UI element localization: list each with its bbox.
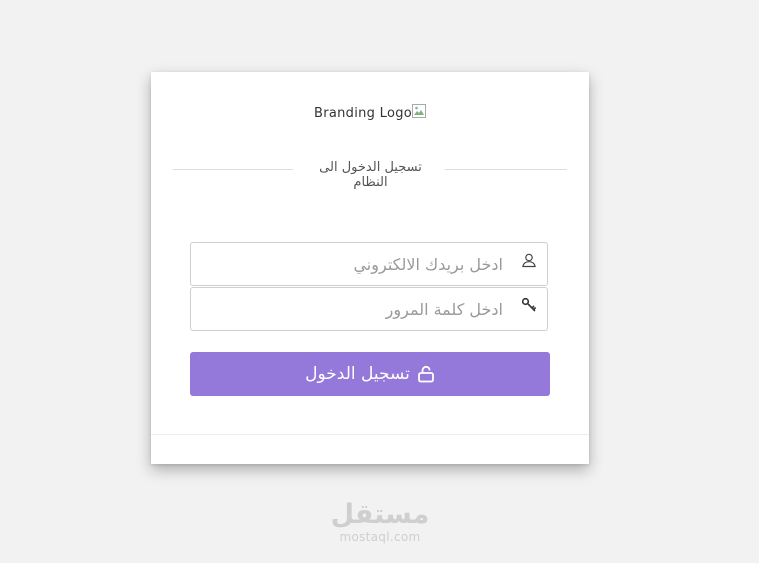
password-field xyxy=(190,287,548,331)
unlock-icon xyxy=(417,365,435,383)
branding-logo-text: Branding Logo xyxy=(313,106,413,121)
password-input[interactable] xyxy=(201,288,507,330)
branding-logo: Branding Logo xyxy=(151,104,589,121)
login-button-label: تسجيل الدخول xyxy=(305,364,410,384)
broken-image-icon xyxy=(412,104,427,118)
watermark-latin: mostaql.com xyxy=(339,530,421,544)
section-divider: تسجيل الدخول الى النظام xyxy=(173,160,567,190)
card-footer-divider xyxy=(151,434,589,435)
login-section-title: تسجيل الدخول الى النظام xyxy=(319,160,422,190)
watermark: مستقل mostaql.com xyxy=(300,499,460,545)
watermark-arabic: مستقل xyxy=(330,499,430,530)
divider-line-left xyxy=(173,169,293,170)
divider-line-right xyxy=(445,169,567,170)
email-field xyxy=(190,242,548,286)
login-button[interactable]: تسجيل الدخول xyxy=(190,352,550,396)
email-input[interactable] xyxy=(201,243,507,285)
login-card: Branding Logo تسجيل الدخول الى النظام اد… xyxy=(151,72,589,464)
user-icon xyxy=(521,252,537,268)
key-icon xyxy=(521,297,537,313)
